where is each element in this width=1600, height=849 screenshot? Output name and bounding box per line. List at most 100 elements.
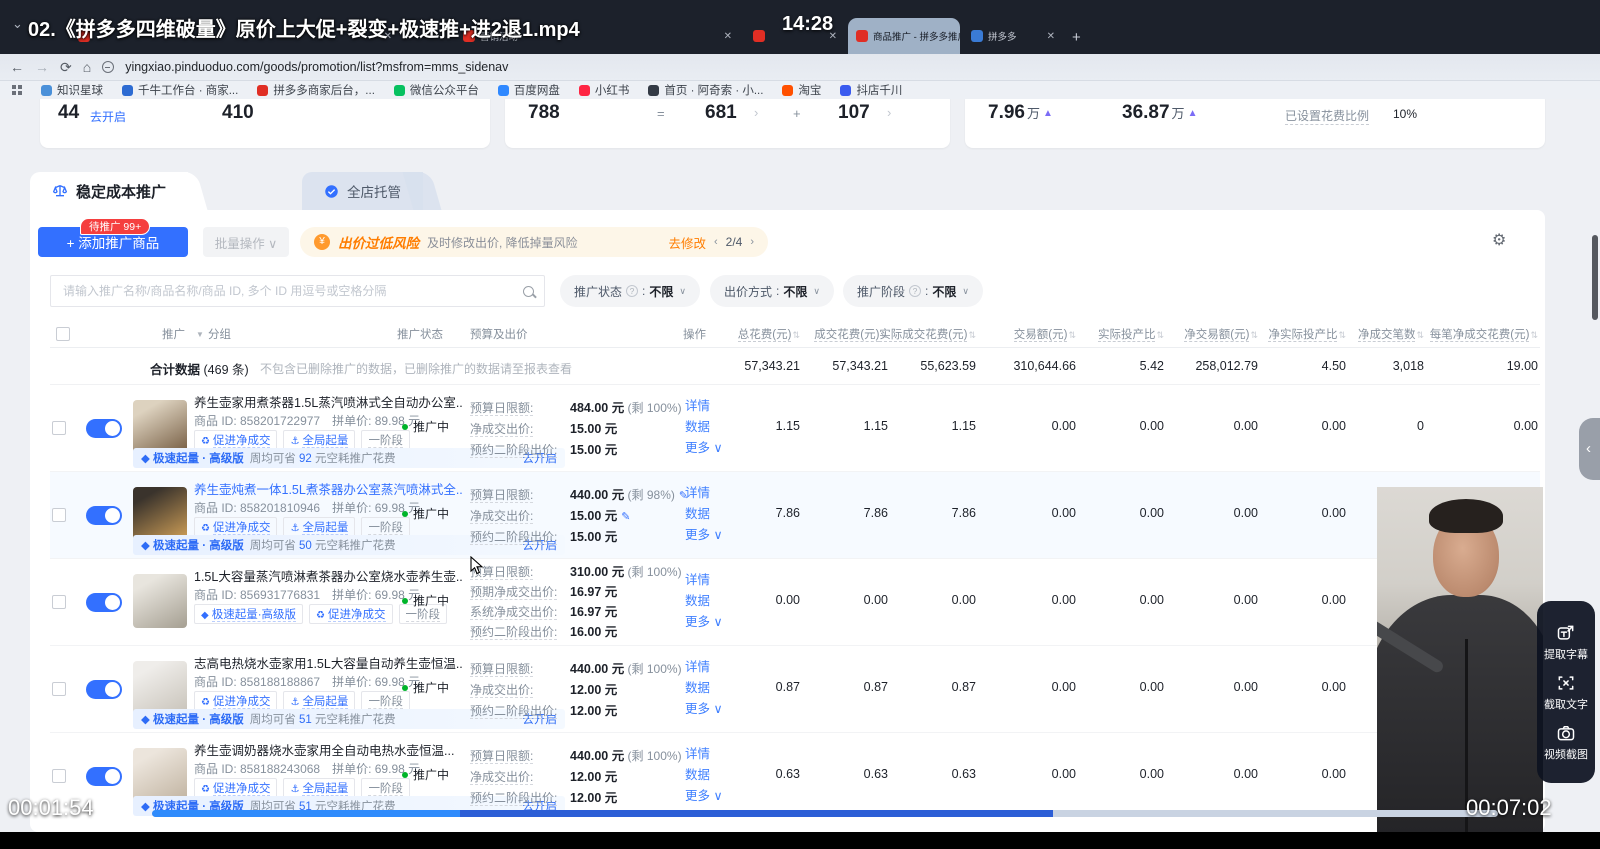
action-link[interactable]: 详情 <box>685 483 723 504</box>
budget-label: 预约二阶段出价: <box>470 530 558 545</box>
banner-text: 周均可省 51 元空耗推广花费 <box>249 714 396 726</box>
tag-feature[interactable]: ◆ 极速起量·高级版 <box>194 604 304 624</box>
bookmark-item[interactable]: 知识星球 <box>41 82 103 98</box>
alert-fix-link[interactable]: 去修改 <box>668 233 706 252</box>
new-tab-button[interactable]: + <box>1072 29 1081 46</box>
filter-0[interactable]: 推广状态?: 不限 ∨ <box>560 275 700 307</box>
metric-header[interactable]: 每笔净成交花费(元)⇅ <box>1408 326 1538 342</box>
video-progress-bar[interactable] <box>152 810 1498 817</box>
sidebar-collapse-handle[interactable]: ‹ <box>1579 418 1600 480</box>
promotion-toggle[interactable] <box>86 680 122 699</box>
row-checkbox[interactable] <box>52 595 66 609</box>
action-link[interactable]: 详情 <box>685 744 723 765</box>
pending-promo-badge: 待推广 99+ <box>80 218 151 235</box>
browser-tab[interactable]: 商品推广 - 拼多多推广平台✕ <box>848 18 960 54</box>
col-group[interactable]: 分组 <box>208 326 231 342</box>
tag-icon: ♻ <box>316 610 326 621</box>
metric-header[interactable]: 净成交笔数⇅ <box>1294 326 1424 342</box>
sort-icon[interactable]: ⇅ <box>1530 330 1538 340</box>
budget-line: 净成交出价: 15.00 元 <box>470 418 617 437</box>
bookmark-item[interactable]: 百度网盘 <box>497 82 560 98</box>
tab-full-store-hosting[interactable]: 全店托管 <box>302 172 423 210</box>
promotion-toggle[interactable] <box>86 767 122 786</box>
action-link[interactable]: 详情 <box>685 657 723 678</box>
extract-subtitles-button[interactable]: 提取字幕 <box>1544 623 1588 662</box>
bookmark-item[interactable]: 抖店千川 <box>840 82 902 98</box>
filter-2[interactable]: 推广阶段?: 不限 ∨ <box>843 275 983 307</box>
action-link[interactable]: 更多 ∨ <box>685 786 723 807</box>
product-tags: ♻ 促进净成交 ⚓ 全局起量 一阶段 <box>194 691 410 711</box>
tab-stable-cost-promotion[interactable]: 稳定成本推广 <box>30 172 189 210</box>
tag-feature[interactable]: ♻ 促进净成交 <box>194 517 278 537</box>
status-badge: 推广中 <box>402 766 449 783</box>
tab-label: 全店托管 <box>347 185 401 200</box>
capture-text-button[interactable]: 截取文字 <box>1544 673 1588 712</box>
promotion-toggle[interactable] <box>86 506 122 525</box>
funnel-icon[interactable]: ▼ <box>196 330 204 339</box>
tag-feature[interactable]: ⚓ 全局起量 <box>283 778 356 798</box>
alert-prev-icon[interactable]: ‹ <box>714 236 718 248</box>
site-permissions-icon[interactable] <box>102 61 115 73</box>
tab-title: 商品推广 - 拼多多推广平台 <box>873 32 960 43</box>
action-link[interactable]: 详情 <box>685 570 723 591</box>
promotion-toggle[interactable] <box>86 419 122 438</box>
tab-close-icon[interactable]: ✕ <box>1041 31 1055 42</box>
bookmark-item[interactable]: 微信公众平台 <box>393 82 479 98</box>
product-title[interactable]: 养生壶炖煮一体1.5L煮茶器办公室蒸汽喷淋式全...✎ <box>194 479 462 498</box>
action-link[interactable]: 更多 ∨ <box>685 612 723 633</box>
action-link[interactable]: 更多 ∨ <box>685 699 723 720</box>
search-input[interactable] <box>61 283 523 299</box>
action-link[interactable]: 详情 <box>685 396 723 417</box>
tag-feature[interactable]: ⚓ 全局起量 <box>283 430 356 450</box>
budget-value: 12.00 元 <box>570 770 618 784</box>
search-icon[interactable] <box>523 285 534 297</box>
tag-feature[interactable]: ♻ 促进净成交 <box>194 430 278 450</box>
forward-icon[interactable]: → <box>35 60 49 74</box>
bookmark-item[interactable]: 淘宝 <box>782 82 821 98</box>
tag-feature[interactable]: ♻ 促进净成交 <box>309 604 393 624</box>
edit-icon[interactable]: ✎ <box>621 511 630 523</box>
bookmark-item[interactable]: 千牛工作台 · 商家... <box>122 82 238 98</box>
bookmark-favicon <box>393 84 405 96</box>
filter-label: 出价方式 <box>724 284 773 299</box>
scrollbar-thumb[interactable] <box>1592 235 1598 320</box>
tag-feature[interactable]: ⚓ 全局起量 <box>283 691 356 711</box>
address-bar[interactable]: yingxiao.pinduoduo.com/goods/promotion/l… <box>125 60 508 74</box>
browser-tab[interactable]: 拼多多 ✕ <box>963 18 1063 54</box>
bookmark-item[interactable]: 首页 · 阿奇索 · 小... <box>648 82 763 98</box>
promotion-toggle[interactable] <box>86 593 122 612</box>
apps-grid-icon[interactable] <box>12 85 22 95</box>
alert-next-icon[interactable]: › <box>750 236 754 248</box>
tag-feature[interactable]: ♻ 促进净成交 <box>194 691 278 711</box>
row-checkbox[interactable] <box>52 682 66 696</box>
tab-close-icon[interactable]: ✕ <box>718 31 732 42</box>
batch-actions-button[interactable]: 批量操作 ∨ <box>203 227 289 257</box>
product-title[interactable]: 1.5L大容量蒸汽喷淋煮茶器办公室烧水壶养生壶... <box>194 566 462 585</box>
row-checkbox[interactable] <box>52 421 66 435</box>
chevron-right-icon[interactable]: › <box>887 105 891 120</box>
filter-1[interactable]: 出价方式: 不限 ∨ <box>710 275 834 307</box>
row-checkbox[interactable] <box>52 508 66 522</box>
tag-feature[interactable]: ⚓ 全局起量 <box>283 517 356 537</box>
budget-value: 440.00 元 <box>570 662 625 676</box>
bookmark-item[interactable]: 小红书 <box>578 82 629 98</box>
row-checkbox[interactable] <box>52 769 66 783</box>
bookmark-item[interactable]: 拼多多商家后台，... <box>257 82 375 98</box>
reload-icon[interactable]: ⟳ <box>60 60 72 74</box>
select-all-checkbox[interactable] <box>56 327 70 341</box>
budget-line: 净成交出价: 12.00 元 <box>470 679 617 698</box>
product-title[interactable]: 养生壶家用煮茶器1.5L蒸汽喷淋式全自动办公室... <box>194 392 462 411</box>
stat-pending-action-link[interactable]: 去开启 <box>90 108 126 125</box>
product-title[interactable]: 养生壶调奶器烧水壶家用全自动电热水壶恒温... <box>194 740 462 759</box>
tag-feature[interactable]: ♻ 促进净成交 <box>194 778 278 798</box>
tab-search-chevron-icon[interactable]: ⌄ <box>12 16 23 32</box>
action-link[interactable]: 更多 ∨ <box>685 525 723 546</box>
back-icon[interactable]: ← <box>10 60 24 74</box>
gear-icon[interactable]: ⚙ <box>1492 230 1506 250</box>
home-icon[interactable]: ⌂ <box>83 60 91 74</box>
action-link[interactable]: 更多 ∨ <box>685 438 723 459</box>
product-title[interactable]: 志高电热烧水壶家用1.5L大容量自动养生壶恒温... <box>194 653 462 672</box>
chevron-right-icon[interactable]: › <box>754 105 758 120</box>
video-screenshot-button[interactable]: 视频截图 <box>1544 723 1588 762</box>
status-badge: 推广中 <box>402 418 449 435</box>
